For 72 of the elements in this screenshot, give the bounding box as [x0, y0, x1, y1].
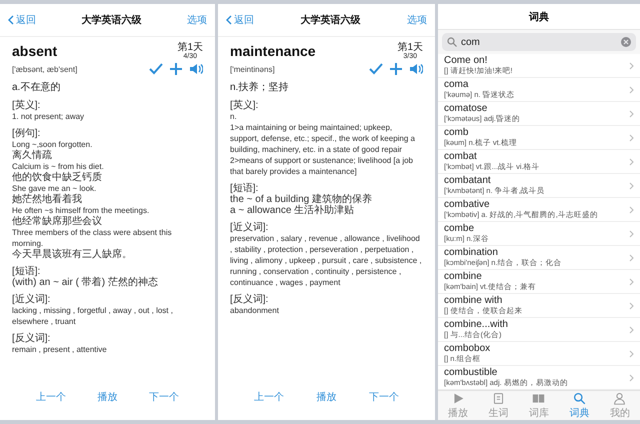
options-button[interactable]: 选项 — [407, 13, 427, 27]
section-heading: [短语]: — [230, 183, 260, 194]
definition-line: 1>a maintaining or being maintained; upkeep, support, defense, etc.; specif., the work of keeping a building, machinery, etc. in a state of good repair — [230, 122, 416, 155]
chevron-icon — [226, 15, 232, 25]
definition-line: the ~ of a building 建筑物的保养 — [230, 194, 374, 205]
plus-icon[interactable] — [389, 62, 403, 76]
chevron-icon — [629, 326, 634, 334]
definition-line: Long ~,soon forgotten. — [12, 139, 94, 150]
chevron-icon — [629, 182, 634, 190]
chevron-icon — [629, 254, 634, 262]
chevron-icon — [629, 206, 634, 214]
phonetic: ['æbsənt, æb'sent] — [12, 64, 78, 74]
nav-title: 大学英语六级 — [300, 13, 360, 27]
chevron-icon — [629, 350, 634, 358]
definition-line: 1. not present; away — [12, 111, 86, 122]
definition-line: He often ~s himself from the meetings. — [12, 205, 150, 216]
definition-line: 离久情疏 — [12, 150, 53, 161]
chevron-icon — [629, 134, 634, 142]
definition-line: 今天早晨该班有三人缺席。 — [12, 249, 133, 260]
meaning: a.不在意的 — [12, 80, 62, 94]
definition-line: lacking , missing , forgetful , away , out , lost , elsewhere , truant — [12, 305, 174, 327]
definition-line: 她茫然地看着我 — [12, 194, 83, 205]
chevron-icon — [629, 62, 634, 70]
speaker-icon[interactable] — [409, 62, 423, 76]
chevron-icon — [8, 15, 14, 25]
chevron-icon — [629, 230, 634, 238]
definition-line: n. — [230, 111, 238, 122]
definition-line: Three members of the class were absent this morning. — [12, 227, 173, 248]
document-icon — [492, 392, 506, 405]
chevron-icon — [629, 374, 634, 382]
options-button[interactable]: 选项 — [187, 13, 207, 27]
day-label: 第1天 — [177, 43, 203, 53]
search-icon — [572, 392, 586, 405]
check-icon[interactable] — [149, 62, 163, 76]
plus-icon[interactable] — [169, 62, 183, 76]
definition-line: 2>means of support or sustenance; livelihood [a job that barely provides a maintenance] — [230, 155, 414, 177]
nav-title: 大学英语六级 — [82, 13, 142, 27]
chevron-icon — [629, 278, 634, 286]
meaning: n.扶养；坚持 — [230, 80, 290, 94]
definition-line: preservation , salary , revenue , allowance , livelihood , stability , protection , perseveration , perpetuation , living , alimony , upkeep , pursuit , care , subsistence , running , conservation , continuity , persistence , continuance , wages , payment — [230, 233, 423, 288]
speaker-icon[interactable] — [189, 62, 203, 76]
clear-icon[interactable] — [621, 37, 631, 48]
chevron-icon — [629, 110, 634, 118]
definition-line: remain , present , attentive — [12, 344, 108, 355]
book-icon — [532, 392, 546, 405]
phonetic: ['meintinəns] — [230, 64, 275, 74]
definition-line: (with) an ~ air ( 带着) 茫然的神态 — [12, 277, 159, 288]
search-field[interactable]: com — [442, 33, 636, 52]
section-heading: [反义词]: — [230, 294, 270, 305]
screen-title: 词典 — [529, 10, 549, 24]
chevron-icon — [629, 302, 634, 310]
search-icon — [447, 37, 457, 48]
definition-line: Calcium is ~ from his diet. — [12, 161, 105, 172]
headword: absent — [12, 43, 58, 59]
definition-line: 他的饮食中缺乏钙质 — [12, 172, 103, 183]
definition-line: 他经常缺席那些会议 — [12, 216, 103, 227]
definition-line: abandonment — [230, 305, 280, 316]
section-heading: [英义]: — [12, 100, 42, 111]
section-heading: [近义词]: — [12, 294, 52, 305]
section-heading: [近义词]: — [230, 222, 270, 233]
section-heading: [英义]: — [230, 100, 260, 111]
chevron-icon — [629, 158, 634, 166]
check-icon[interactable] — [369, 62, 383, 76]
chevron-icon — [629, 86, 634, 94]
section-heading: [反义词]: — [12, 333, 52, 344]
definition-line: a ~ allowance 生活补助津贴 — [230, 205, 356, 216]
day-label: 第1天 — [397, 43, 423, 53]
section-heading: [短语]: — [12, 266, 42, 277]
definition-line: She gave me an ~ look. — [12, 183, 98, 194]
section-heading: [例句]: — [12, 128, 42, 139]
headword: maintenance — [230, 43, 316, 59]
person-icon — [613, 392, 626, 405]
